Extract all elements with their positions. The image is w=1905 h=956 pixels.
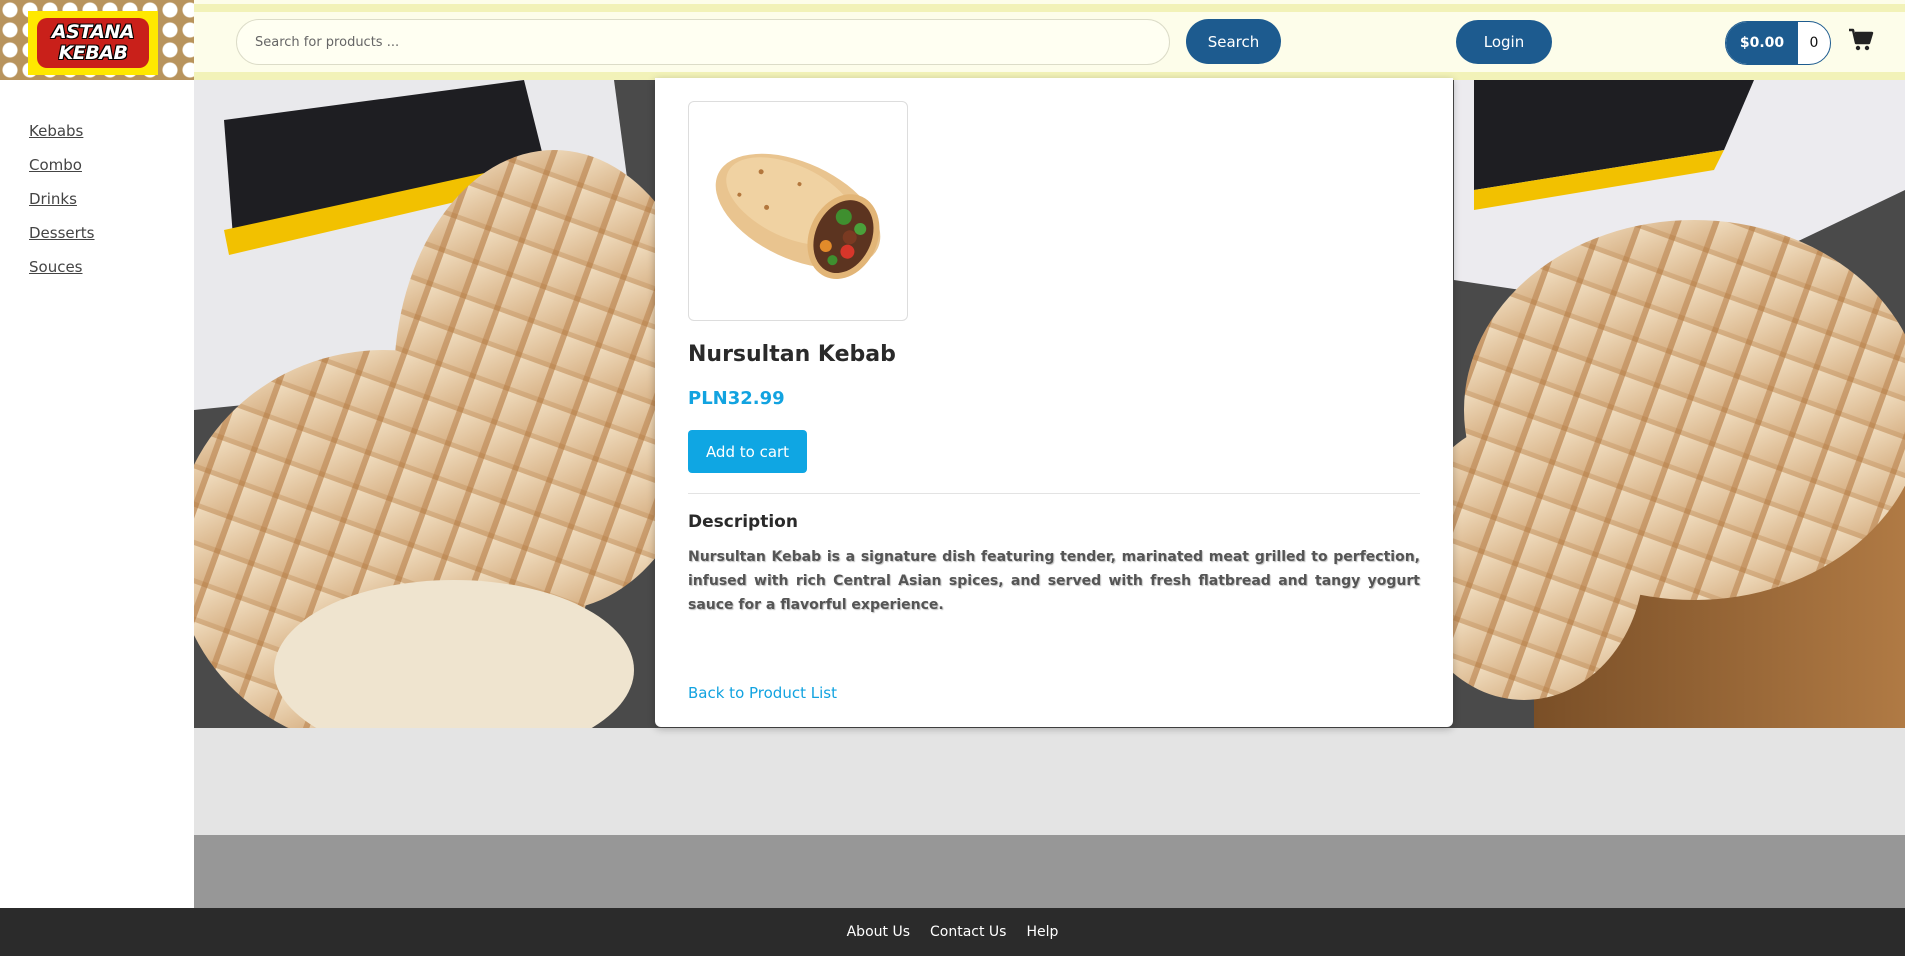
description-heading: Description: [688, 512, 798, 532]
sidebar-item-drinks[interactable]: Drinks: [29, 190, 77, 208]
logo-badge: ASTANA KEBAB: [37, 18, 149, 68]
product-detail-card: Nursultan Kebab PLN32.99 Add to cart Des…: [655, 78, 1453, 727]
cart-count: 0: [1809, 35, 1819, 51]
search-input[interactable]: [236, 19, 1170, 65]
content-dark-band: [194, 835, 1905, 908]
logo-area[interactable]: ASTANA KEBAB: [0, 0, 194, 80]
brand-logo[interactable]: ASTANA KEBAB: [28, 11, 158, 75]
add-to-cart-button[interactable]: Add to cart: [688, 430, 807, 473]
cart-total: $0.00: [1726, 22, 1798, 64]
footer-link-contact-us[interactable]: Contact Us: [930, 924, 1006, 940]
header-stripe-top: [0, 4, 1905, 12]
sidebar-item-souces[interactable]: Souces: [29, 258, 83, 276]
footer-link-about-us[interactable]: About Us: [847, 924, 910, 940]
shopping-cart-icon[interactable]: [1848, 28, 1874, 52]
section-divider: [688, 493, 1420, 494]
sidebar-item-desserts[interactable]: Desserts: [29, 224, 95, 242]
footer: About Us Contact Us Help: [0, 908, 1905, 956]
content-gray-band: [194, 728, 1905, 835]
sidebar-item-combo[interactable]: Combo: [29, 156, 82, 174]
product-price: PLN32.99: [688, 388, 785, 409]
logo-text-line2: KEBAB: [58, 42, 128, 64]
category-sidebar: Kebabs Combo Drinks Desserts Souces: [0, 80, 194, 908]
product-name: Nursultan Kebab: [688, 342, 896, 367]
search-button[interactable]: Search: [1186, 19, 1281, 64]
product-image: [688, 101, 908, 321]
footer-link-help[interactable]: Help: [1026, 924, 1058, 940]
login-button[interactable]: Login: [1456, 20, 1552, 64]
cart-summary[interactable]: $0.00 0: [1725, 21, 1831, 65]
logo-text-line1: ASTANA: [51, 21, 135, 43]
back-to-product-list-link[interactable]: Back to Product List: [688, 684, 837, 702]
product-description: Nursultan Kebab is a signature dish feat…: [688, 549, 1420, 613]
sidebar-item-kebabs[interactable]: Kebabs: [29, 122, 83, 140]
